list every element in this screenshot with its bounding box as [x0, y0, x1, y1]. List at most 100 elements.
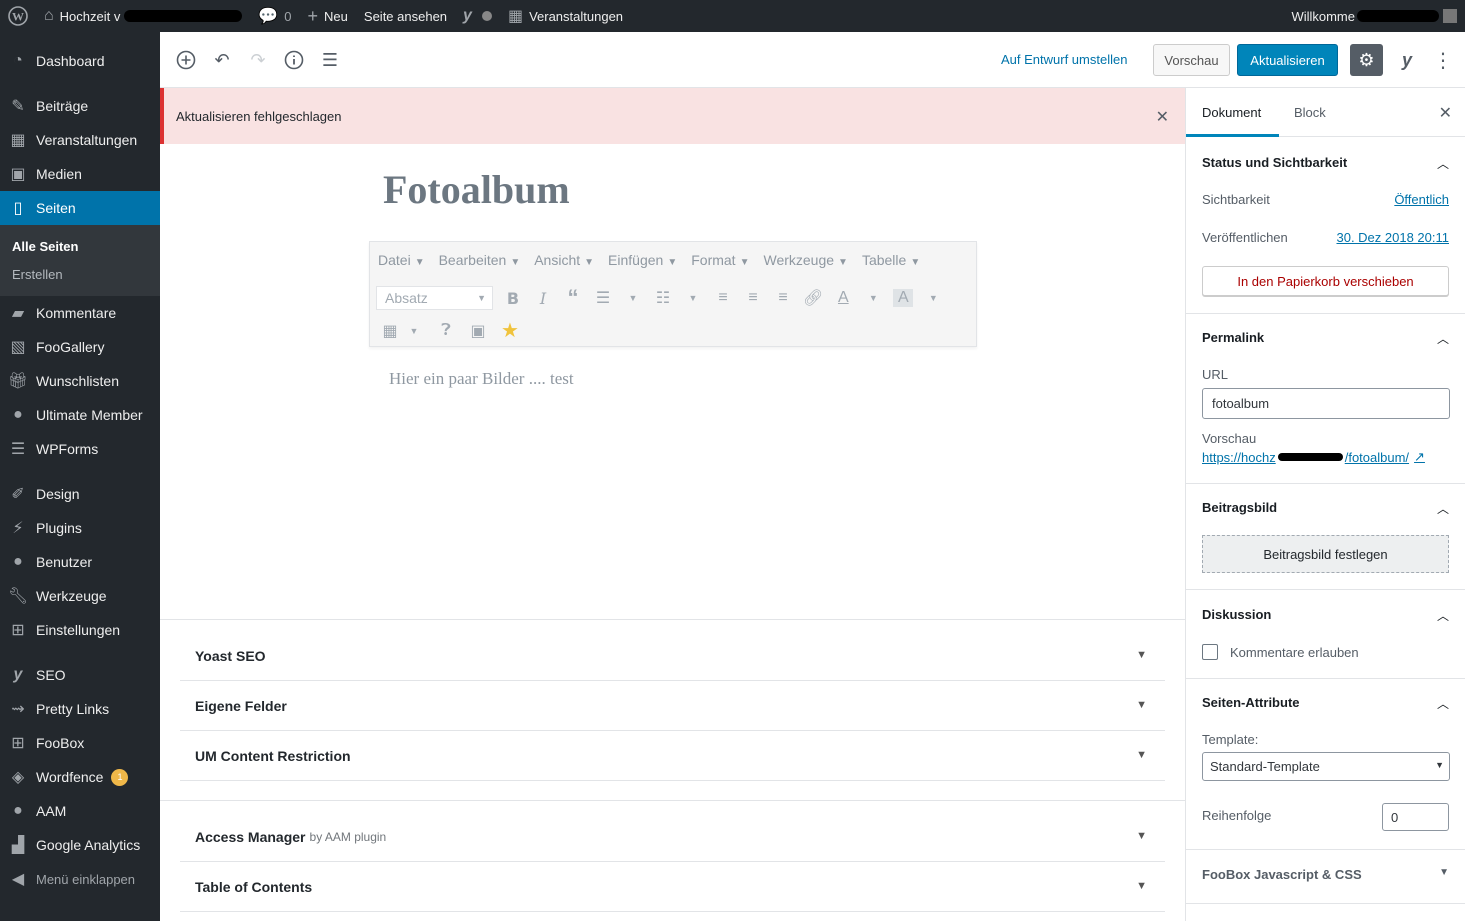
- panel-title-foobox[interactable]: FooBox Javascript & CSS: [1202, 867, 1362, 882]
- allow-comments-label[interactable]: Kommentare erlauben: [1230, 645, 1359, 660]
- menu-item-plugins[interactable]: ⚡︎ Plugins: [0, 511, 160, 545]
- menu-item-posts[interactable]: ✎ Beiträge: [0, 89, 160, 123]
- metabox-access-manager[interactable]: Access Manager by AAM plugin ▼: [180, 812, 1165, 862]
- info-icon[interactable]: [282, 48, 306, 72]
- menu-item-ultimate-member[interactable]: ● Ultimate Member: [0, 398, 160, 432]
- events-link[interactable]: ▦ Veranstaltungen: [500, 0, 631, 32]
- link-icon[interactable]: 🔗︎: [803, 288, 823, 308]
- order-input[interactable]: 0: [1382, 803, 1449, 831]
- metabox-um-content-restriction[interactable]: UM Content Restriction ▼: [180, 731, 1165, 781]
- collapse-menu-button[interactable]: ◀ Menü einklappen: [0, 862, 160, 896]
- my-account[interactable]: Willkomme: [1291, 0, 1457, 32]
- blockquote-icon[interactable]: “: [563, 285, 583, 311]
- menu-view[interactable]: Ansicht ▼: [534, 252, 594, 268]
- chevron-up-icon[interactable]: ︿: [1437, 607, 1449, 624]
- chevron-up-icon[interactable]: ︿: [1437, 500, 1449, 517]
- align-center-icon[interactable]: ≡: [743, 289, 763, 307]
- undo-icon[interactable]: ↶: [210, 48, 234, 72]
- visibility-link[interactable]: Öffentlich: [1394, 192, 1449, 207]
- panel-title-permalink[interactable]: Permalink: [1202, 330, 1264, 345]
- menu-file[interactable]: Datei ▼: [378, 252, 425, 268]
- set-featured-image-button[interactable]: Beitragsbild festlegen: [1202, 535, 1449, 573]
- menu-insert[interactable]: Einfügen ▼: [608, 252, 677, 268]
- post-title[interactable]: Fotoalbum: [383, 166, 570, 213]
- wordpress-logo-icon[interactable]: W: [0, 0, 36, 32]
- menu-item-foobox[interactable]: ⊞ FooBox: [0, 726, 160, 760]
- table-icon[interactable]: ▦: [380, 321, 400, 341]
- metabox-table-of-contents[interactable]: Table of Contents ▼: [180, 862, 1165, 912]
- menu-tools[interactable]: Werkzeuge ▼: [763, 252, 847, 268]
- text-color-icon[interactable]: A: [833, 289, 853, 307]
- chevron-down-icon[interactable]: ▼: [923, 293, 943, 303]
- numbered-list-icon[interactable]: ☷: [653, 288, 673, 308]
- menu-item-media[interactable]: ▣ Medien: [0, 157, 160, 191]
- tab-block[interactable]: Block: [1294, 105, 1326, 120]
- menu-item-google-analytics[interactable]: ▟ Google Analytics: [0, 828, 160, 862]
- chevron-up-icon[interactable]: ︿: [1437, 695, 1449, 712]
- redo-icon[interactable]: ↷: [246, 48, 270, 72]
- submenu-create[interactable]: Erstellen: [12, 267, 63, 282]
- menu-item-users[interactable]: ● Benutzer: [0, 545, 160, 579]
- menu-item-comments[interactable]: ▰ Kommentare: [0, 296, 160, 330]
- panel-title-page-attributes[interactable]: Seiten-Attribute: [1202, 695, 1300, 710]
- chevron-down-icon[interactable]: ▼: [404, 326, 424, 336]
- menu-format[interactable]: Format ▼: [691, 252, 749, 268]
- menu-item-design[interactable]: ✐ Design: [0, 477, 160, 511]
- background-color-icon[interactable]: A: [893, 289, 914, 307]
- update-button[interactable]: Aktualisieren: [1237, 44, 1338, 76]
- submenu-all-pages[interactable]: Alle Seiten: [12, 239, 78, 254]
- url-input[interactable]: fotoalbum: [1202, 388, 1450, 419]
- preview-url-link[interactable]: https://hochz /fotoalbum/ ↗: [1202, 449, 1425, 465]
- italic-icon[interactable]: I: [533, 289, 553, 308]
- new-content-link[interactable]: + Neu: [300, 0, 356, 32]
- panel-title-featured-image[interactable]: Beitragsbild: [1202, 500, 1277, 515]
- menu-item-settings[interactable]: ⊞ Einstellungen: [0, 613, 160, 647]
- caret-down-icon[interactable]: ▼: [1439, 867, 1449, 878]
- paragraph-format-select[interactable]: Absatz ▼: [376, 286, 493, 310]
- close-icon[interactable]: ✕: [1439, 103, 1452, 123]
- menu-item-pages[interactable]: ▯ Seiten: [0, 191, 160, 225]
- publish-date-link[interactable]: 30. Dez 2018 20:11: [1336, 230, 1449, 245]
- align-left-icon[interactable]: ≡: [713, 289, 733, 307]
- chevron-down-icon[interactable]: ▼: [863, 293, 883, 303]
- chevron-down-icon[interactable]: ▼: [683, 293, 703, 303]
- menu-item-wpforms[interactable]: ☰ WPForms: [0, 432, 160, 466]
- move-to-trash-button[interactable]: In den Papierkorb verschieben: [1202, 266, 1449, 296]
- bold-icon[interactable]: B: [503, 289, 523, 308]
- menu-item-foogallery[interactable]: ▧ FooGallery: [0, 330, 160, 364]
- allow-comments-checkbox[interactable]: [1202, 644, 1218, 660]
- switch-to-draft-button[interactable]: Auf Entwurf umstellen: [1001, 52, 1127, 67]
- menu-item-pretty-links[interactable]: ⇝ Pretty Links: [0, 692, 160, 726]
- align-right-icon[interactable]: ≡: [773, 289, 793, 307]
- yoast-adminbar-link[interactable]: y: [455, 0, 500, 32]
- editor-body-text[interactable]: Hier ein paar Bilder .... test: [389, 369, 574, 389]
- chevron-up-icon[interactable]: ︿: [1437, 330, 1449, 347]
- more-menu-icon[interactable]: ⋮: [1431, 48, 1455, 72]
- template-select[interactable]: Standard-Template ▼: [1202, 752, 1450, 781]
- bullet-list-icon[interactable]: ☰: [593, 288, 613, 308]
- tab-document[interactable]: Dokument: [1202, 105, 1261, 120]
- settings-gear-icon[interactable]: ⚙: [1350, 44, 1383, 76]
- close-icon[interactable]: ✕: [1156, 107, 1169, 127]
- view-page-link[interactable]: Seite ansehen: [356, 0, 455, 32]
- comments-link[interactable]: 💬 0: [250, 0, 299, 32]
- menu-edit[interactable]: Bearbeiten ▼: [439, 252, 521, 268]
- site-name-link[interactable]: ⌂ Hochzeit v: [36, 0, 250, 32]
- preview-button[interactable]: Vorschau: [1153, 44, 1230, 76]
- block-navigation-icon[interactable]: ☰: [318, 48, 342, 72]
- metabox-yoast-seo[interactable]: Yoast SEO ▼: [180, 631, 1165, 681]
- menu-item-aam[interactable]: ● AAM: [0, 794, 160, 828]
- panel-title-status[interactable]: Status und Sichtbarkeit: [1202, 155, 1347, 170]
- chevron-down-icon[interactable]: ▼: [623, 293, 643, 303]
- menu-item-dashboard[interactable]: ◔ Dashboard: [0, 44, 160, 78]
- menu-table[interactable]: Tabelle ▼: [862, 252, 920, 268]
- add-block-icon[interactable]: [174, 48, 198, 72]
- menu-item-events[interactable]: ▦ Veranstaltungen: [0, 123, 160, 157]
- panel-title-discussion[interactable]: Diskussion: [1202, 607, 1271, 622]
- metabox-custom-fields[interactable]: Eigene Felder ▼: [180, 681, 1165, 731]
- star-icon[interactable]: ★: [500, 318, 520, 343]
- media-icon[interactable]: ▣: [468, 321, 488, 341]
- menu-item-tools[interactable]: 🔧︎ Werkzeuge: [0, 579, 160, 613]
- menu-item-wordfence[interactable]: ◈ Wordfence 1: [0, 760, 160, 794]
- chevron-up-icon[interactable]: ︿: [1437, 155, 1449, 172]
